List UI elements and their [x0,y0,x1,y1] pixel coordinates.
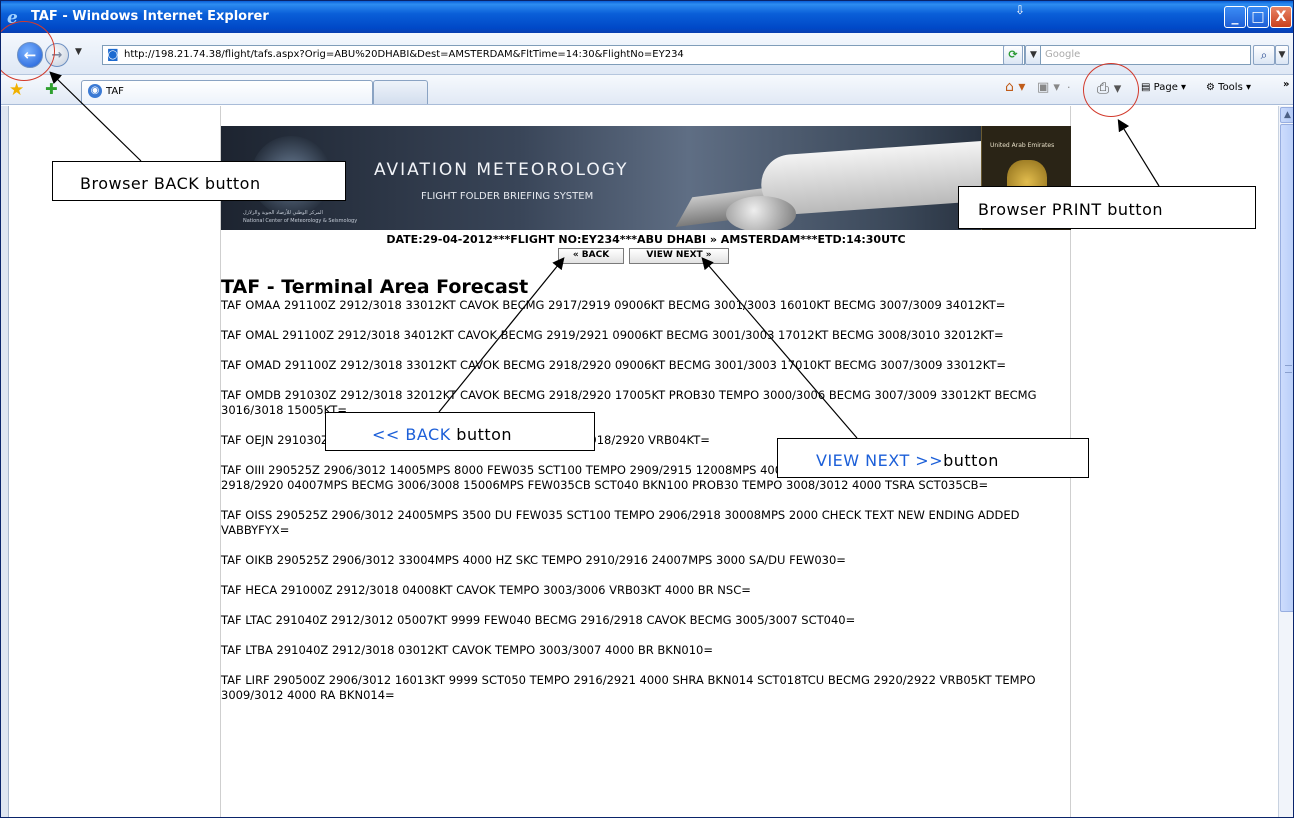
page-favicon-icon: ◙ [107,47,119,61]
window-left-border [1,106,9,817]
callout-view-next-suffix: button [943,451,999,470]
scrollbar-thumb[interactable] [1280,124,1293,612]
search-dropdown-icon[interactable]: ▼ [1275,45,1289,65]
taf-entry: TAF LTBA 291040Z 2912/3018 03012KT CAVOK… [221,643,714,657]
taf-entry: TAF OMAL 291100Z 2912/3018 34012KT CAVOK… [221,328,1004,342]
mail-icon[interactable]: · [1067,81,1071,94]
more-commands-chevron-icon[interactable]: » [1283,79,1289,90]
vertical-scrollbar[interactable]: ▲ [1278,106,1293,817]
ncms-arabic-caption: المركز الوطني للأرصاد الجوية والزلازل [243,210,323,216]
callout-view-next-label: VIEW NEXT >> [816,451,944,470]
scroll-up-arrow-icon[interactable]: ▲ [1280,107,1293,123]
view-next-button[interactable]: VIEW NEXT » [629,248,729,264]
callout-browser-back: Browser BACK button [52,161,346,201]
page-favicon-icon: ◉ [88,84,102,98]
callout-browser-print: Browser PRINT button [958,186,1256,229]
url-text: http://198.21.74.38/flight/tafs.aspx?Ori… [124,49,684,60]
taf-list: TAF OMAA 291100Z 2912/3018 33012KT CAVOK… [221,298,1071,718]
window-title: TAF - Windows Internet Explorer [31,9,269,24]
gear-icon: ⚙ [1206,82,1219,93]
banner-title: AVIATION METEOROLOGY [374,160,629,180]
tab-taf[interactable]: ◉ TAF [81,80,373,104]
ncms-caption: National Center of Meteorology & Seismol… [243,218,358,224]
print-button-highlight-ring [1083,63,1139,117]
page-back-button[interactable]: « BACK [558,248,624,264]
mouse-cursor-icon: ⇩ [1015,3,1026,17]
taf-entry: TAF HECA 291000Z 2912/3018 04008KT CAVOK… [221,583,751,597]
taf-entry: TAF OMAD 291100Z 2912/3018 33012KT CAVOK… [221,358,1007,372]
add-favorite-icon[interactable]: ✚ [45,80,58,98]
browser-window: e TAF - Windows Internet Explorer ⇩ _ □ … [0,0,1294,818]
url-field[interactable]: ◙ http://198.21.74.38/flight/tafs.aspx?O… [102,45,1025,65]
minimize-button[interactable]: _ [1224,6,1246,28]
taf-entry: TAF OIKB 290525Z 2906/3012 33004MPS 4000… [221,553,846,567]
title-bar: e TAF - Windows Internet Explorer ⇩ _ □ … [1,1,1293,33]
flight-info: DATE:29-04-2012***FLIGHT NO:EY234***ABU … [386,233,906,246]
maximize-button[interactable]: □ [1247,6,1269,28]
scrollbar-grip [1285,365,1292,373]
site-banner: United Arab Emirates AVIATION METEOROLOG… [221,126,1071,230]
new-tab-button[interactable] [373,80,428,104]
close-button[interactable]: X [1270,6,1292,28]
refresh-icon[interactable]: ⟳ [1003,45,1023,65]
page-icon: ▤ [1141,82,1154,93]
search-input[interactable]: Google [1040,45,1251,65]
uae-emblem-label: United Arab Emirates [990,142,1055,149]
callout-page-back-suffix: button [450,425,513,444]
callout-view-next: VIEW NEXT >>button [777,438,1089,478]
taf-entry: TAF OMAA 291100Z 2912/3018 33012KT CAVOK… [221,298,1006,312]
recent-pages-dropdown-icon[interactable]: ▼ [75,47,82,57]
banner-subtitle: FLIGHT FOLDER BRIEFING SYSTEM [421,191,594,202]
callout-page-back-label: << BACK [372,425,451,444]
taf-entry: TAF LIRF 290500Z 2906/3012 16013KT 9999 … [221,673,1036,702]
tools-menu[interactable]: ⚙ Tools ▾ [1206,82,1251,93]
page-title: TAF - Terminal Area Forecast [221,276,529,298]
search-icon[interactable]: ⌕ [1253,45,1275,65]
feeds-icon[interactable]: ▣ ▾ [1037,80,1060,95]
page-menu-label: Page ▾ [1153,82,1187,93]
callout-page-back: << BACK button [325,412,595,451]
banner-plane-engine [726,196,796,230]
tab-label: TAF [106,86,124,97]
taf-entry: TAF OISS 290525Z 2906/3012 24005MPS 3500… [221,508,1020,537]
home-icon[interactable]: ⌂ ▾ [1005,79,1025,95]
favorites-star-icon[interactable]: ★ [9,80,24,100]
page-menu[interactable]: ▤ Page ▾ [1141,82,1186,93]
search-placeholder: Google [1045,49,1081,60]
tools-menu-label: Tools ▾ [1218,82,1251,93]
taf-entry: TAF LTAC 291040Z 2912/3012 05007KT 9999 … [221,613,856,627]
